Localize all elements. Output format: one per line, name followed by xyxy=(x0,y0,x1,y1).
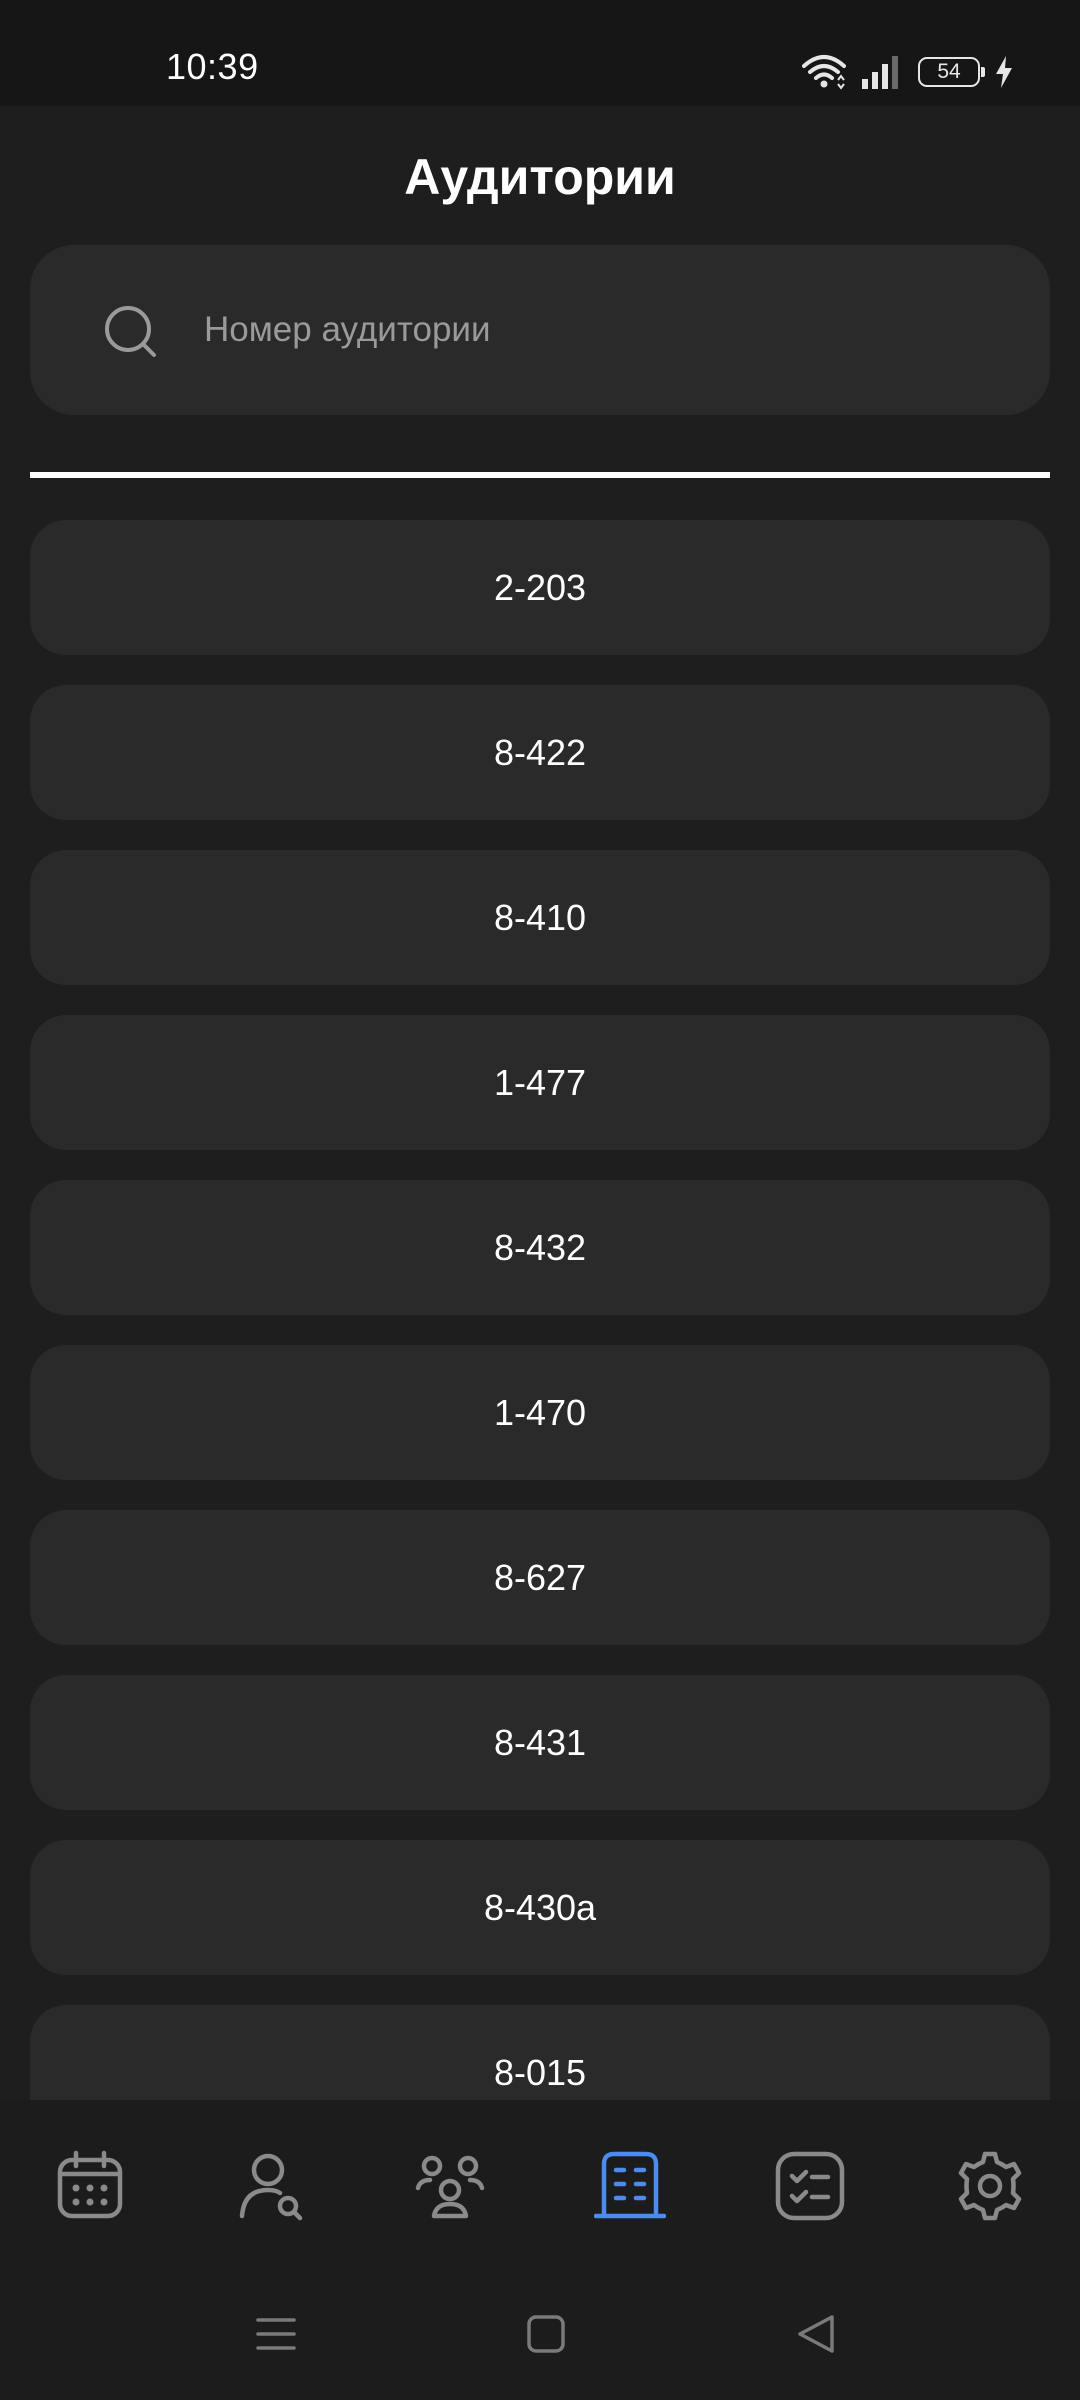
page-title: Аудитории xyxy=(404,149,676,205)
room-item[interactable]: 8-410 xyxy=(30,850,1050,985)
menu-icon[interactable] xyxy=(254,2312,298,2356)
status-bar: 10:39 54 xyxy=(0,0,1080,106)
home-icon[interactable] xyxy=(524,2312,568,2356)
nav-groups-group-icon[interactable] xyxy=(414,2150,486,2222)
room-item[interactable]: 8-015 xyxy=(30,2005,1050,2100)
room-item[interactable]: 1-477 xyxy=(30,1015,1050,1150)
wifi-icon xyxy=(802,55,846,90)
system-nav-bar xyxy=(0,2268,1080,2400)
bottom-nav xyxy=(0,2100,1080,2268)
room-item[interactable]: 8-422 xyxy=(30,685,1050,820)
battery-icon: 54 xyxy=(918,57,985,87)
nav-schedule-calendar-icon[interactable] xyxy=(54,2150,126,2222)
room-label: 8-430а xyxy=(483,1886,597,1928)
room-label: 8-431 xyxy=(493,1721,587,1763)
room-item[interactable]: 8-627 xyxy=(30,1510,1050,1645)
room-item[interactable]: 1-470 xyxy=(30,1345,1050,1480)
room-label: 2-203 xyxy=(493,566,587,608)
status-icons: 54 xyxy=(802,50,1014,94)
room-item[interactable]: 8-430а xyxy=(30,1840,1050,1975)
room-label: 8-422 xyxy=(493,731,587,773)
battery-level: 54 xyxy=(937,60,961,83)
nav-rooms-building-icon[interactable] xyxy=(594,2150,666,2222)
divider xyxy=(30,472,1050,478)
search-box[interactable] xyxy=(30,245,1050,415)
back-icon[interactable] xyxy=(794,2312,838,2356)
signal-icon xyxy=(862,56,898,89)
room-item[interactable]: 2-203 xyxy=(30,520,1050,655)
room-item[interactable]: 8-431 xyxy=(30,1675,1050,1810)
status-time: 10:39 xyxy=(166,46,259,87)
room-label: 8-015 xyxy=(493,2051,587,2093)
nav-teachers-person-search-icon[interactable] xyxy=(234,2150,306,2222)
room-label: 8-410 xyxy=(493,896,587,938)
room-label: 8-432 xyxy=(493,1226,587,1268)
search-icon xyxy=(105,306,156,357)
nav-settings-gear-icon[interactable] xyxy=(954,2150,1026,2222)
search-input[interactable] xyxy=(204,300,1004,360)
room-list[interactable]: 2-203 8-422 8-410 1-477 8-432 1-470 8-62… xyxy=(30,520,1050,2100)
room-label: 1-470 xyxy=(493,1391,587,1433)
charging-icon xyxy=(996,56,1012,88)
room-label: 8-627 xyxy=(493,1556,587,1598)
room-item[interactable]: 8-432 xyxy=(30,1180,1050,1315)
room-label: 1-477 xyxy=(493,1061,587,1103)
nav-tasks-checklist-icon[interactable] xyxy=(774,2150,846,2222)
